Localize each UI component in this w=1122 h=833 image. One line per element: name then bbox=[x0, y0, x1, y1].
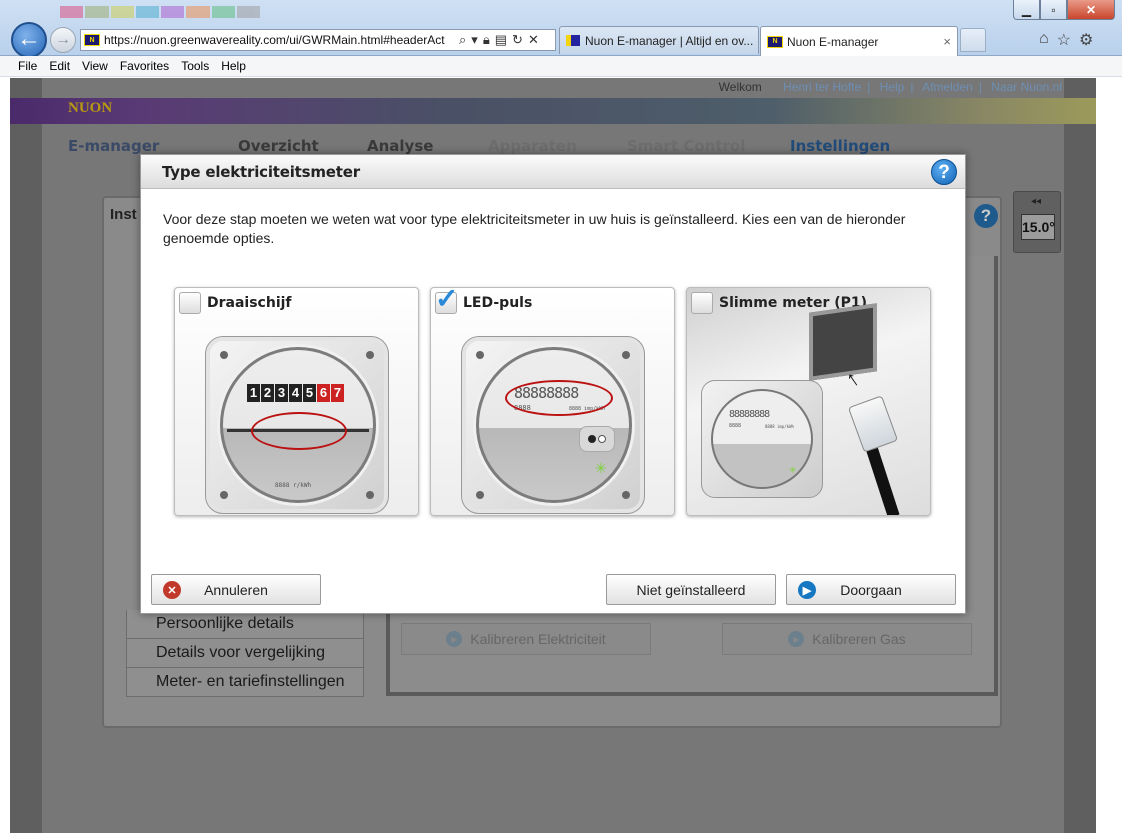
tab-label: Nuon E-manager bbox=[787, 34, 879, 49]
option-label: LED-puls bbox=[463, 295, 533, 311]
option-slimme-meter[interactable]: Slimme meter (P1) ↑ 88888888 8888 8888 i… bbox=[686, 287, 931, 516]
calibrate-gas-button[interactable]: ▶ Kalibreren Gas bbox=[722, 623, 972, 655]
arrow-left-icon: ← bbox=[17, 25, 41, 52]
new-tab-button[interactable] bbox=[960, 28, 986, 52]
gear-icon[interactable]: ⚙ bbox=[1079, 30, 1093, 50]
side-item-persoonlijke-details[interactable]: Persoonlijke details bbox=[126, 610, 364, 639]
nav-brand[interactable]: E-manager bbox=[68, 137, 159, 155]
menu-help[interactable]: Help bbox=[215, 59, 252, 73]
tab-emanager-home[interactable]: Nuon E-manager | Altijd en ov... bbox=[559, 26, 759, 54]
nuon-logo[interactable]: NUON bbox=[68, 100, 118, 122]
settings-side-list: Persoonlijke details Details voor vergel… bbox=[126, 610, 364, 702]
checkbox-draaischijf[interactable] bbox=[179, 292, 201, 314]
welcome-text: Welkom bbox=[718, 80, 762, 94]
play-icon: ▶ bbox=[798, 581, 816, 599]
dialog-intro: Voor deze stap moeten we weten wat voor … bbox=[163, 211, 906, 246]
minimize-button[interactable]: ▁ bbox=[1013, 0, 1040, 20]
play-icon: ▶ bbox=[446, 631, 463, 647]
menu-tools[interactable]: Tools bbox=[175, 59, 215, 73]
dropdown-icon[interactable]: ▾ bbox=[471, 32, 478, 48]
address-bar[interactable]: N https://nuon.greenwavereality.com/ui/G… bbox=[80, 29, 556, 51]
nav-analyse[interactable]: Analyse bbox=[367, 137, 433, 155]
favorites-star-icon[interactable]: ☆ bbox=[1057, 30, 1071, 50]
help-icon[interactable]: ? bbox=[931, 159, 957, 185]
nav-overzicht[interactable]: Overzicht bbox=[238, 137, 319, 155]
checkbox-slimme-meter[interactable] bbox=[691, 292, 713, 314]
close-tab-icon[interactable]: × bbox=[943, 34, 951, 49]
lock-icon[interactable]: 🔒︎ bbox=[483, 32, 490, 48]
continue-label: Doorgaan bbox=[840, 581, 902, 598]
home-icon[interactable]: ⌂ bbox=[1039, 30, 1049, 50]
meter-type-dialog: Type elektriciteitsmeter ? Voor deze sta… bbox=[140, 154, 966, 614]
option-led-puls[interactable]: ✓ LED-puls 88888888 8888 8888 imp/kWh ✳ bbox=[430, 287, 675, 516]
forward-button[interactable]: → bbox=[50, 27, 76, 53]
calibrate-gas-label: Kalibreren Gas bbox=[812, 631, 906, 647]
menu-bar: File Edit View Favorites Tools Help bbox=[0, 56, 1122, 77]
refresh-icon[interactable]: ↻ bbox=[512, 32, 523, 48]
nav-instellingen[interactable]: Instellingen bbox=[790, 137, 890, 155]
naar-nuon-link[interactable]: Naar Nuon.nl bbox=[991, 80, 1062, 94]
nuon-favicon-icon: N bbox=[84, 34, 100, 46]
cable-image bbox=[866, 447, 900, 515]
thermostat-widget[interactable]: ◂◂ 15.0° bbox=[1013, 191, 1061, 253]
smart-meter-image: 88888888 8888 8888 imp/kWh ✳ bbox=[701, 380, 823, 498]
panel-help-icon[interactable]: ? bbox=[974, 204, 998, 228]
option-draaischijf[interactable]: Draaischijf 1234567 8888 r/kWh bbox=[174, 287, 419, 516]
logout-link[interactable]: Afmelden bbox=[922, 80, 973, 94]
rotating-disc-meter-image: 1234567 8888 r/kWh bbox=[205, 336, 389, 514]
calibrate-electricity-button[interactable]: ▶ Kalibreren Elektriciteit bbox=[401, 623, 651, 655]
menu-edit[interactable]: Edit bbox=[43, 59, 76, 73]
option-label: Draaischijf bbox=[207, 295, 292, 311]
url-text[interactable]: https://nuon.greenwavereality.com/ui/GWR… bbox=[104, 33, 456, 47]
tab-label: Nuon E-manager | Altijd en ov... bbox=[585, 33, 754, 48]
counter-digits: 1234567 bbox=[247, 384, 344, 402]
back-button[interactable]: ← bbox=[11, 22, 47, 58]
dialog-title: Type elektriciteitsmeter bbox=[162, 163, 360, 181]
user-link[interactable]: Henri ter Hofte bbox=[783, 80, 861, 94]
top-links: Welkom Henri ter Hofte | Help | Afmelden | … bbox=[718, 80, 1062, 94]
cancel-x-icon: ✕ bbox=[163, 581, 181, 599]
dialog-header: Type elektriciteitsmeter ? bbox=[141, 155, 965, 189]
panel-title: Inst bbox=[110, 206, 137, 223]
led-icon: ✳ bbox=[595, 460, 607, 476]
calibrate-electricity-label: Kalibreren Elektriciteit bbox=[470, 631, 606, 647]
nuon-favicon-icon bbox=[566, 35, 580, 46]
side-item-meter-tarief[interactable]: Meter- en tariefinstellingen bbox=[126, 668, 364, 697]
led-icon: ✳ bbox=[789, 465, 797, 475]
side-item-details-vergelijking[interactable]: Details voor vergelijking bbox=[126, 639, 364, 668]
close-window-button[interactable]: ✕ bbox=[1067, 0, 1115, 20]
play-icon: ▶ bbox=[788, 631, 805, 647]
led-pulse-meter-image: 88888888 8888 8888 imp/kWh ✳ bbox=[461, 336, 645, 514]
titlebar-decoration bbox=[60, 6, 260, 20]
cancel-button[interactable]: ✕ Annuleren bbox=[151, 574, 321, 605]
menu-file[interactable]: File bbox=[12, 59, 43, 73]
search-icon[interactable]: ⌕ bbox=[459, 32, 466, 48]
nav-smart-control[interactable]: Smart Control bbox=[627, 137, 745, 155]
nav-apparaten[interactable]: Apparaten bbox=[488, 137, 577, 155]
tab-emanager-active[interactable]: N Nuon E-manager × bbox=[760, 26, 958, 56]
maximize-button[interactable]: ▫ bbox=[1040, 0, 1067, 20]
help-link[interactable]: Help bbox=[880, 80, 905, 94]
cancel-label: Annuleren bbox=[204, 581, 268, 598]
compat-icon[interactable]: ▤ bbox=[495, 32, 507, 48]
menu-favorites[interactable]: Favorites bbox=[114, 59, 175, 73]
site-banner bbox=[10, 98, 1096, 124]
arrow-right-icon: → bbox=[55, 31, 71, 48]
menu-view[interactable]: View bbox=[76, 59, 114, 73]
not-installed-button[interactable]: Niet geïnstalleerd bbox=[606, 574, 776, 605]
rewind-icon[interactable]: ◂◂ bbox=[1031, 196, 1041, 207]
not-installed-label: Niet geïnstalleerd bbox=[636, 581, 746, 598]
continue-button[interactable]: ▶ Doorgaan bbox=[786, 574, 956, 605]
thermostat-value: 15.0° bbox=[1021, 214, 1055, 240]
checkmark-icon: ✓ bbox=[435, 287, 459, 314]
rj11-connector-image bbox=[847, 395, 899, 453]
browser-titlebar: ▁ ▫ ✕ ← → N https://nuon.greenwaverealit… bbox=[0, 0, 1122, 58]
stop-icon[interactable]: ✕ bbox=[528, 32, 539, 48]
nuon-favicon-icon: N bbox=[767, 35, 783, 48]
